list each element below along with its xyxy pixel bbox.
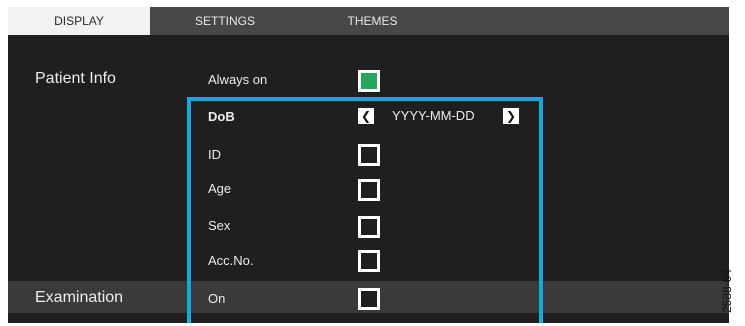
acc-no-label: Acc.No. [208, 253, 254, 268]
tab-display[interactable]: DISPLAY [8, 7, 150, 35]
tab-settings[interactable]: SETTINGS [150, 7, 300, 35]
chevron-right-icon[interactable]: ❯ [503, 108, 519, 124]
acc-no-checkbox[interactable] [358, 250, 380, 272]
id-checkbox[interactable] [358, 144, 380, 166]
tab-bar: DISPLAY SETTINGS THEMES [8, 7, 729, 35]
age-checkbox[interactable] [358, 179, 380, 201]
dob-format-value: YYYY-MM-DD [392, 108, 475, 123]
id-label: ID [208, 147, 221, 162]
age-label: Age [208, 181, 232, 196]
figure-reference-text: 2588-04 [720, 268, 735, 314]
examination-on-label: On [208, 291, 226, 306]
chevron-left-icon[interactable]: ❮ [358, 108, 374, 124]
always-on-checkbox[interactable] [358, 70, 380, 92]
figure-reference: 2588-04 [720, 258, 745, 326]
display-settings-screen: DISPLAY SETTINGS THEMES Patient Info Alw… [8, 7, 729, 323]
patient-info-label: Patient Info [35, 70, 116, 87]
examination-label: Examination [35, 289, 124, 306]
examination-on-checkbox[interactable] [358, 288, 380, 310]
dob-label: DoB [208, 109, 235, 124]
tab-themes[interactable]: THEMES [300, 7, 445, 35]
sex-label: Sex [208, 218, 231, 233]
always-on-label: Always on [208, 72, 268, 87]
sex-checkbox[interactable] [358, 216, 380, 238]
